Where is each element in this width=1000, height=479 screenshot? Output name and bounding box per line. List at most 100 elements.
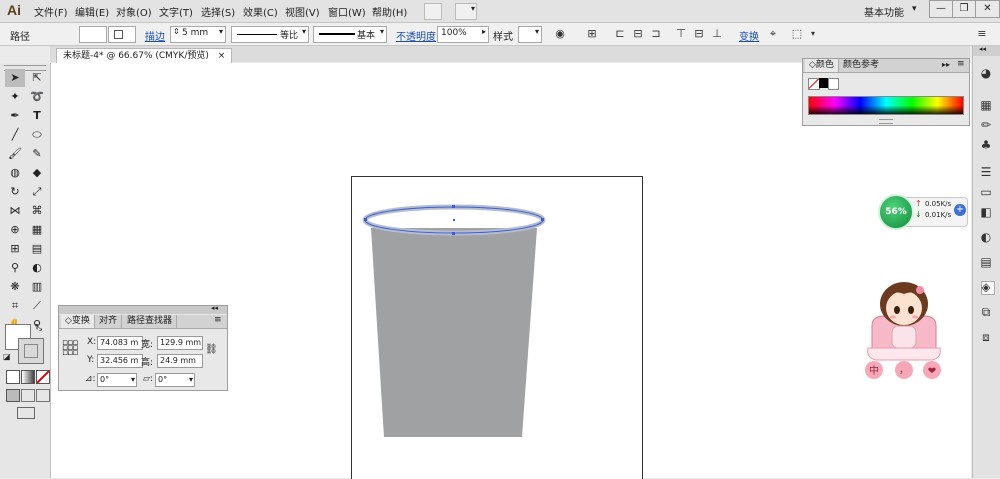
- align-left-icon[interactable]: ⊏: [613, 27, 627, 41]
- network-speed-widget[interactable]: 56% ↑ 0.05K/s ↓ 0.01K/s +: [878, 194, 968, 230]
- layers-icon[interactable]: ◈: [977, 278, 995, 296]
- tab-color[interactable]: ◇颜色: [805, 59, 839, 72]
- graph-icon[interactable]: ▥: [27, 278, 47, 296]
- width-icon[interactable]: ⋈: [5, 202, 25, 220]
- line-icon[interactable]: ╱: [5, 126, 25, 144]
- stepper-icon[interactable]: ⇕: [173, 27, 180, 36]
- magic-wand-icon[interactable]: ✦: [5, 88, 25, 106]
- layers-stack-icon[interactable]: ⧉: [977, 303, 995, 321]
- menu-edit[interactable]: 编辑(E): [75, 4, 109, 19]
- rotate-field[interactable]: 0° ▾: [97, 373, 137, 387]
- align-bottom-icon[interactable]: ⊥: [710, 27, 724, 41]
- appearance-icon[interactable]: ◐: [977, 228, 995, 246]
- collapse-panel-icon[interactable]: ▸▸: [942, 60, 950, 69]
- plus-icon[interactable]: +: [954, 204, 966, 216]
- graphic-styles-icon[interactable]: ▤: [977, 253, 995, 271]
- artboards-icon[interactable]: ⧈: [977, 328, 995, 346]
- brushes-icon[interactable]: ✏: [977, 116, 995, 134]
- anchor-point[interactable]: [364, 218, 367, 221]
- swatches-icon[interactable]: ▦: [977, 96, 995, 114]
- arrange-documents-button[interactable]: ▾: [455, 3, 477, 20]
- blob-brush-icon[interactable]: ◍: [5, 164, 25, 182]
- stroke-swatch[interactable]: [18, 338, 44, 364]
- expand-panels-icon[interactable]: ◂◂: [979, 45, 986, 53]
- ellipse-icon[interactable]: ⬭: [27, 126, 47, 144]
- menu-object[interactable]: 对象(O): [116, 4, 152, 19]
- cup-body[interactable]: [371, 228, 537, 437]
- anchor-point[interactable]: [541, 218, 544, 221]
- type-icon[interactable]: T: [27, 107, 47, 125]
- minimize-button[interactable]: —: [929, 0, 953, 18]
- bridge-button[interactable]: [424, 3, 442, 20]
- transparency-icon[interactable]: ◧: [977, 203, 995, 221]
- black-swatch[interactable]: [819, 78, 828, 88]
- lasso-icon[interactable]: ➰: [27, 88, 47, 106]
- eraser-icon[interactable]: ◆: [27, 164, 47, 182]
- symbols-icon[interactable]: ♣: [977, 136, 995, 154]
- shape-builder-icon[interactable]: ⊕: [5, 221, 25, 239]
- shear-field[interactable]: 0° ▾: [155, 373, 195, 387]
- align-to-icon[interactable]: ⊞: [585, 27, 599, 41]
- perspective-icon[interactable]: ▦: [27, 221, 47, 239]
- slice-icon[interactable]: ⟋: [27, 297, 47, 315]
- pencil-icon[interactable]: ✎: [27, 145, 47, 163]
- color-spectrum[interactable]: [808, 96, 964, 115]
- menu-select[interactable]: 选择(S): [201, 4, 235, 19]
- mesh-icon[interactable]: ⊞: [5, 240, 25, 258]
- align-center-icon[interactable]: ⊟: [631, 27, 645, 41]
- menu-effect[interactable]: 效果(C): [243, 4, 278, 19]
- draw-normal-icon[interactable]: [6, 389, 20, 402]
- symbol-sprayer-icon[interactable]: ❋: [5, 278, 25, 296]
- rotate-icon[interactable]: ↻: [5, 183, 25, 201]
- stroke-icon[interactable]: ☰: [977, 163, 995, 181]
- close-icon[interactable]: ×: [218, 51, 226, 61]
- x-field[interactable]: 74.083 m: [97, 336, 143, 350]
- menu-type[interactable]: 文字(T): [159, 4, 193, 19]
- tab-color-guide[interactable]: 颜色参考: [839, 59, 883, 72]
- brush-definition[interactable]: 基本 ▾: [313, 26, 387, 43]
- draw-inside-icon[interactable]: [36, 389, 50, 402]
- panel-menu-icon[interactable]: ≡: [214, 315, 222, 325]
- stroke-label[interactable]: 描边: [145, 28, 165, 43]
- recolor-artwork-icon[interactable]: ◉: [553, 27, 567, 41]
- scale-icon[interactable]: ⤢: [27, 183, 47, 201]
- artboard-icon[interactable]: ⌗: [5, 297, 25, 315]
- constrain-proportions-icon[interactable]: ⛓: [205, 344, 218, 355]
- opacity-field[interactable]: 100% ▸: [437, 26, 489, 43]
- stroke-color-swatch[interactable]: [108, 26, 136, 43]
- align-top-icon[interactable]: ⊤: [674, 27, 688, 41]
- gradient-mode-icon[interactable]: [21, 370, 35, 384]
- graphic-style-dropdown[interactable]: ▾: [518, 26, 542, 43]
- chevron-down-icon[interactable]: ▾: [806, 27, 820, 41]
- align-right-icon[interactable]: ⊐: [649, 27, 663, 41]
- height-field[interactable]: 24.9 mm: [157, 354, 203, 368]
- artwork[interactable]: [351, 176, 641, 478]
- anchor-point[interactable]: [452, 232, 455, 235]
- restore-button[interactable]: ❐: [952, 0, 976, 18]
- reference-point-icon[interactable]: ▫▫▫ ▫▫▫ ▫▫▫: [62, 339, 78, 358]
- stroke-weight-field[interactable]: ⇕ 5 mm ▾: [170, 26, 226, 43]
- gradient-panel-icon[interactable]: ▭: [977, 183, 995, 201]
- isolate-icon[interactable]: ⌖: [766, 27, 780, 41]
- none-mode-icon[interactable]: [36, 370, 50, 384]
- workspace-switcher[interactable]: 基本功能: [864, 4, 904, 19]
- draw-behind-icon[interactable]: [21, 389, 35, 402]
- direct-selection-icon[interactable]: ⇱: [27, 69, 47, 87]
- tab-pathfinder[interactable]: 路径查找器: [123, 315, 178, 328]
- tab-transform[interactable]: ◇变换: [61, 315, 95, 328]
- menu-file[interactable]: 文件(F): [34, 4, 68, 19]
- warp-icon[interactable]: ⌘: [27, 202, 47, 220]
- paintbrush-icon[interactable]: 🖌: [5, 145, 25, 163]
- color-panel-icon[interactable]: ◕: [977, 64, 995, 82]
- menu-help[interactable]: 帮助(H): [372, 4, 407, 19]
- selection-tool-icon[interactable]: ➤: [5, 69, 25, 87]
- eyedropper-icon[interactable]: ⚲: [5, 259, 25, 277]
- fill-color-swatch[interactable]: [79, 26, 107, 43]
- pen-icon[interactable]: ✒: [5, 107, 25, 125]
- menu-view[interactable]: 视图(V): [285, 4, 320, 19]
- chevron-down-icon[interactable]: ▾: [912, 4, 917, 14]
- align-middle-icon[interactable]: ⊟: [692, 27, 706, 41]
- transform-link[interactable]: 变换: [739, 28, 759, 43]
- panel-menu-icon[interactable]: ≡: [957, 59, 965, 69]
- color-mode-icon[interactable]: [6, 370, 20, 384]
